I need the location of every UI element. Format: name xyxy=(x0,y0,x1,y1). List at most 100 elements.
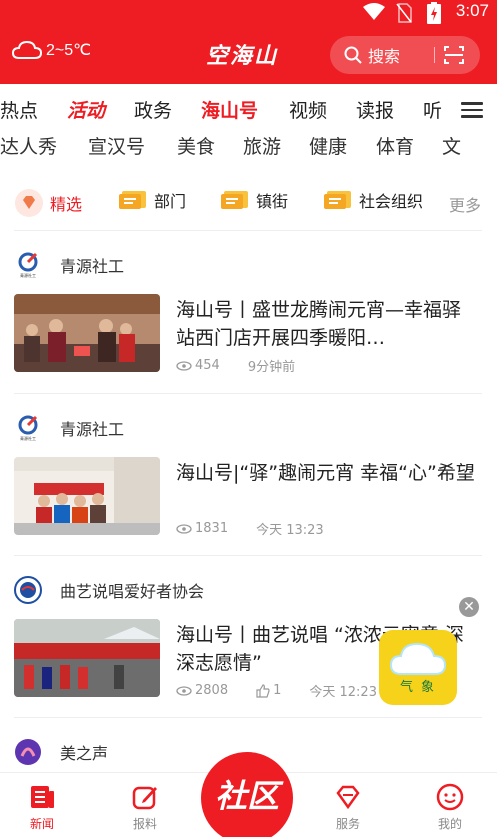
divider xyxy=(14,393,482,394)
eye-icon xyxy=(176,523,192,534)
channel-tabs-row2: 达人秀 宣汉号 美食 旅游 健康 体育 文 xyxy=(0,128,497,162)
channel-tabs: 热点 活动 政务 海山号 视频 读报 听 xyxy=(0,92,497,128)
float-weather-label: 气象 xyxy=(399,680,442,695)
news-thumbnail xyxy=(14,294,160,372)
category-featured[interactable]: 精选 xyxy=(14,188,82,218)
feed-card[interactable]: 青源社工 青源社工 海山号丨盛世龙腾闹元宵—幸福驿站西门店开展四季暖阳… 454… xyxy=(14,250,482,375)
nav-report[interactable]: 报料 xyxy=(115,783,175,832)
qingyuan-logo-icon: 青源社工 xyxy=(17,252,39,278)
search-icon xyxy=(344,46,362,64)
tab-haishanhao[interactable]: 海山号 xyxy=(201,96,258,123)
tab-listen[interactable]: 听 xyxy=(423,96,442,123)
publish-time: 今天 12:23 xyxy=(309,685,377,700)
nav-label: 报料 xyxy=(132,817,157,831)
tab-xuanhanhao[interactable]: 宣汉号 xyxy=(88,132,145,159)
tab-food[interactable]: 美食 xyxy=(177,132,215,159)
more-link[interactable]: 更多 xyxy=(449,192,481,216)
scan-icon[interactable] xyxy=(444,46,464,64)
card-source[interactable]: 青源社工 青源社工 xyxy=(14,413,482,443)
channel-menu-icon[interactable] xyxy=(461,102,483,118)
eye-icon xyxy=(176,685,192,696)
meizhisheng-logo-icon xyxy=(15,739,41,765)
float-weather-button[interactable]: 气象 xyxy=(379,630,457,705)
weather-temp: 2~5℃ xyxy=(46,42,92,59)
feed-card[interactable]: 曲艺说唱爱好者协会 海山号丨曲艺说唱 “浓浓元宵意 深深志愿情” 2808 1 … xyxy=(14,575,482,700)
category-label: 部门 xyxy=(154,192,187,211)
thumbs-up-icon xyxy=(256,683,270,698)
source-name: 美之声 xyxy=(60,744,109,763)
tab-talent[interactable]: 达人秀 xyxy=(0,132,57,159)
news-meta: 2808 1 今天 12:23 xyxy=(176,681,391,700)
ticket-icon xyxy=(119,191,146,209)
category-town[interactable]: 镇街 xyxy=(220,188,288,212)
view-count: 1831 xyxy=(176,521,242,536)
community-button[interactable]: 社区 xyxy=(201,752,293,837)
weather-widget[interactable]: 2~5℃ xyxy=(12,40,91,60)
nav-label: 我的 xyxy=(437,817,462,831)
close-float-icon[interactable]: ✕ xyxy=(459,597,479,617)
nav-label: 新闻 xyxy=(29,817,54,831)
diamond-icon xyxy=(15,189,43,217)
source-name: 青源社工 xyxy=(60,257,125,276)
status-bar: 3:07 xyxy=(0,0,497,24)
search-box[interactable]: 搜索 xyxy=(330,36,480,74)
tab-activity[interactable]: 活动 xyxy=(67,96,105,123)
battery-charging-icon xyxy=(427,2,441,24)
news-icon xyxy=(31,786,54,808)
tab-government[interactable]: 政务 xyxy=(134,96,172,123)
svg-text:青源社工: 青源社工 xyxy=(20,272,36,278)
quyi-logo-icon xyxy=(14,576,42,604)
divider xyxy=(14,555,482,556)
tab-newspaper[interactable]: 读报 xyxy=(356,96,394,123)
category-bar: 精选 部门 镇街 社会组织 更多 xyxy=(0,184,497,218)
status-time: 3:07 xyxy=(455,1,489,20)
qingyuan-logo-icon: 青源社工 xyxy=(18,415,38,441)
tab-video[interactable]: 视频 xyxy=(289,96,327,123)
divider xyxy=(14,230,482,231)
divider xyxy=(14,717,482,718)
eye-icon xyxy=(176,360,192,371)
cloud-icon xyxy=(12,40,42,59)
category-label: 镇街 xyxy=(256,192,289,211)
publish-time: 今天 13:23 xyxy=(256,523,324,538)
nav-service[interactable]: 服务 xyxy=(318,783,378,832)
news-title[interactable]: 海山号丨盛世龙腾闹元宵—幸福驿站西门店开展四季暖阳… xyxy=(176,296,476,352)
tab-sports[interactable]: 体育 xyxy=(376,132,414,159)
ticket-icon xyxy=(324,191,351,209)
publish-time: 9分钟前 xyxy=(247,360,296,375)
app-logo: 空海山 xyxy=(206,43,279,69)
tab-culture[interactable]: 文 xyxy=(442,132,461,159)
nav-label: 服务 xyxy=(335,817,360,831)
card-source[interactable]: 曲艺说唱爱好者协会 xyxy=(14,575,482,605)
category-department[interactable]: 部门 xyxy=(118,188,186,212)
category-label: 社会组织 xyxy=(359,192,424,211)
service-diamond-icon xyxy=(336,785,360,810)
card-source[interactable]: 青源社工 青源社工 xyxy=(14,250,482,280)
tab-hot[interactable]: 热点 xyxy=(0,96,38,123)
category-social-org[interactable]: 社会组织 xyxy=(323,188,423,212)
wifi-icon xyxy=(363,3,385,20)
search-divider xyxy=(434,47,435,63)
smile-icon xyxy=(436,783,464,811)
feed-card[interactable]: 青源社工 青源社工 海山号|“驿”趣闹元宵 幸福“心”希望 1831 今天 13… xyxy=(14,413,482,538)
news-meta: 1831 今天 13:23 xyxy=(176,519,338,538)
source-name: 曲艺说唱爱好者协会 xyxy=(60,582,205,601)
news-thumbnail xyxy=(14,619,160,697)
news-thumbnail xyxy=(14,457,160,535)
view-count: 2808 xyxy=(176,683,242,698)
top-bar: 3:07 2~5℃ 空海山 搜索 xyxy=(0,0,497,84)
view-count: 454 xyxy=(176,358,234,373)
tab-travel[interactable]: 旅游 xyxy=(243,132,281,159)
search-label: 搜索 xyxy=(368,47,401,66)
no-sim-icon xyxy=(396,3,412,23)
tab-health[interactable]: 健康 xyxy=(309,132,347,159)
news-meta: 454 9分钟前 xyxy=(176,356,309,375)
like-count: 1 xyxy=(256,683,295,698)
news-title[interactable]: 海山号|“驿”趣闹元宵 幸福“心”希望 xyxy=(176,459,476,487)
ticket-icon xyxy=(221,191,248,209)
nav-news[interactable]: 新闻 xyxy=(12,783,72,832)
nav-mine[interactable]: 我的 xyxy=(420,783,480,832)
svg-text:青源社工: 青源社工 xyxy=(20,435,36,441)
source-name: 青源社工 xyxy=(60,420,125,439)
edit-icon xyxy=(132,786,157,810)
